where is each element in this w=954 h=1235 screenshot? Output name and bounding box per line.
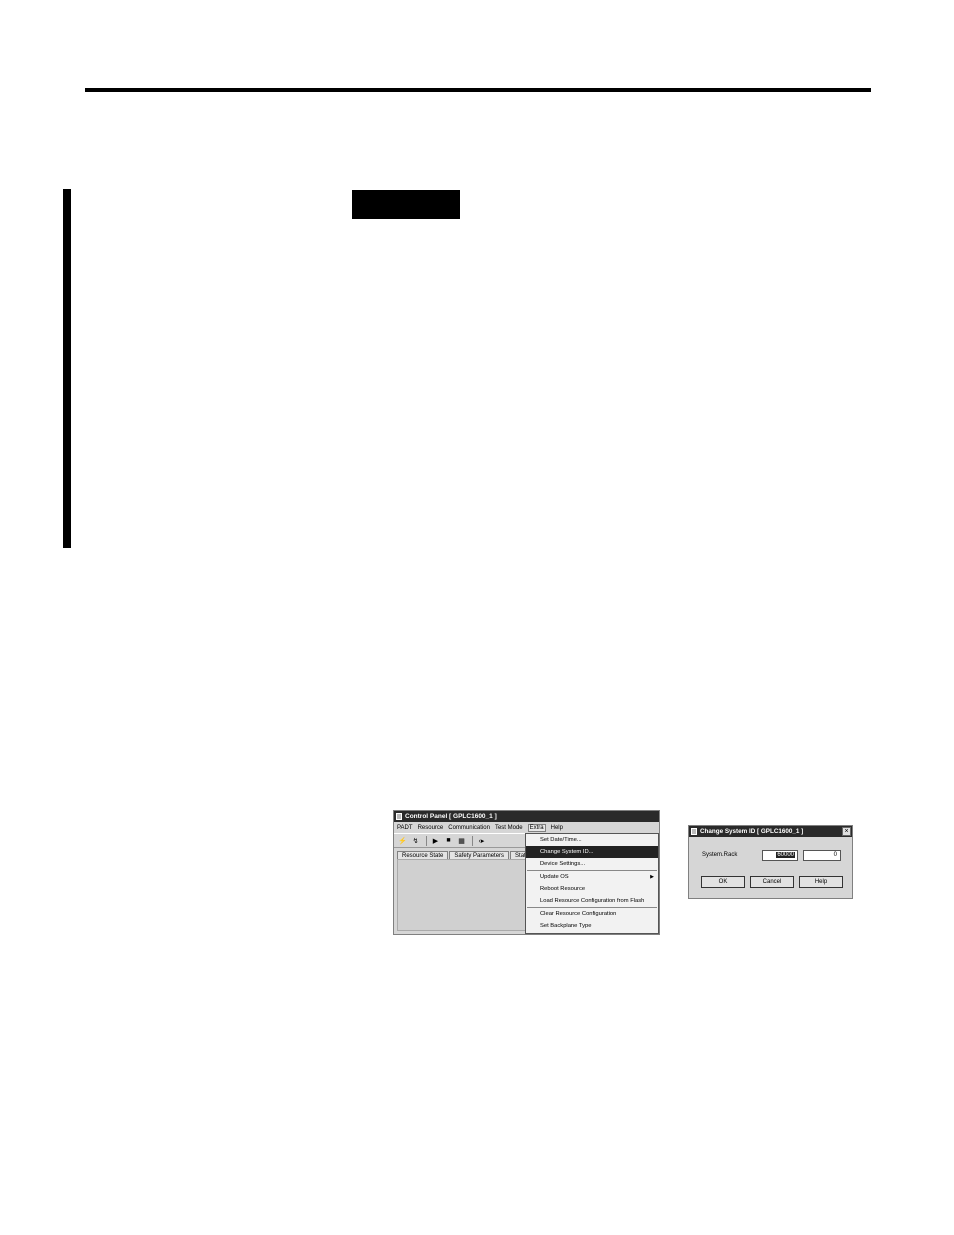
connect-icon[interactable]: ⚡ — [397, 836, 408, 845]
menu-item-update-os[interactable]: Update OS ▶ — [526, 871, 658, 883]
menu-item-label: Load Resource Configuration from Flash — [540, 898, 645, 904]
stop-icon[interactable]: ■ — [443, 836, 454, 845]
change-system-id-dialog: Change System ID [ GPLC1600_1 ] × System… — [688, 825, 853, 899]
menu-item-label: Reboot Resource — [540, 886, 586, 892]
menu-item-label: Set Backplane Type — [540, 923, 592, 929]
menu-bar: PADT Resource Communication Test Mode Ex… — [394, 822, 659, 833]
menu-item-label: Clear Resource Configuration — [540, 911, 617, 917]
menu-padt[interactable]: PADT — [397, 825, 413, 831]
menu-item-load-config-flash[interactable]: Load Resource Configuration from Flash — [526, 895, 658, 907]
menu-item-set-date-time[interactable]: Set Date/Time... — [526, 834, 658, 846]
menu-resource[interactable]: Resource — [418, 825, 444, 831]
menu-item-clear-config[interactable]: Clear Resource Configuration — [526, 908, 658, 920]
menu-extra[interactable]: Extra — [527, 823, 546, 832]
menu-test-mode[interactable]: Test Mode — [495, 825, 523, 831]
system-id-value: 60000 — [776, 852, 795, 858]
menu-item-change-system-id[interactable]: Change System ID... — [526, 846, 658, 858]
top-rule — [85, 88, 871, 92]
window-icon — [396, 813, 402, 820]
disconnect-icon[interactable]: ↯ — [410, 836, 421, 845]
menu-communication[interactable]: Communication — [448, 825, 490, 831]
toolbar-separator — [426, 835, 427, 846]
extra-menu-dropdown: Set Date/Time... Change System ID... Dev… — [525, 833, 659, 934]
heading-tag — [352, 190, 460, 219]
menu-help[interactable]: Help — [551, 825, 563, 831]
close-icon[interactable]: × — [842, 827, 851, 836]
menu-item-label: Change System ID... — [540, 849, 594, 855]
download-icon[interactable]: ▦ — [456, 836, 467, 845]
menu-item-label: Device Settings... — [540, 861, 586, 867]
menu-item-reboot-resource[interactable]: Reboot Resource — [526, 883, 658, 895]
step-icon[interactable]: ‹▸ — [476, 836, 487, 845]
toolbar-separator — [472, 835, 473, 846]
window-title-bar: Control Panel [ GPLC1600_1 ] — [394, 811, 659, 822]
submenu-arrow-icon: ▶ — [650, 874, 654, 880]
play-icon[interactable]: ▶ — [430, 836, 441, 845]
change-bar — [63, 189, 71, 548]
system-rack-label: System.Rack — [702, 852, 738, 858]
ok-button[interactable]: OK — [701, 876, 745, 888]
menu-item-set-backplane[interactable]: Set Backplane Type — [526, 920, 658, 932]
dialog-title: Change System ID [ GPLC1600_1 ] — [700, 828, 804, 835]
window-title: Control Panel [ GPLC1600_1 ] — [405, 813, 497, 820]
cancel-button[interactable]: Cancel — [750, 876, 794, 888]
help-button[interactable]: Help — [799, 876, 843, 888]
rack-id-input[interactable]: 0 — [803, 850, 841, 861]
dialog-title-bar: Change System ID [ GPLC1600_1 ] — [689, 826, 852, 837]
menu-item-label: Set Date/Time... — [540, 837, 582, 843]
menu-item-device-settings[interactable]: Device Settings... — [526, 858, 658, 870]
system-id-input[interactable]: 60000 — [762, 850, 798, 861]
window-icon — [691, 828, 697, 835]
menu-item-label: Update OS — [540, 874, 569, 880]
